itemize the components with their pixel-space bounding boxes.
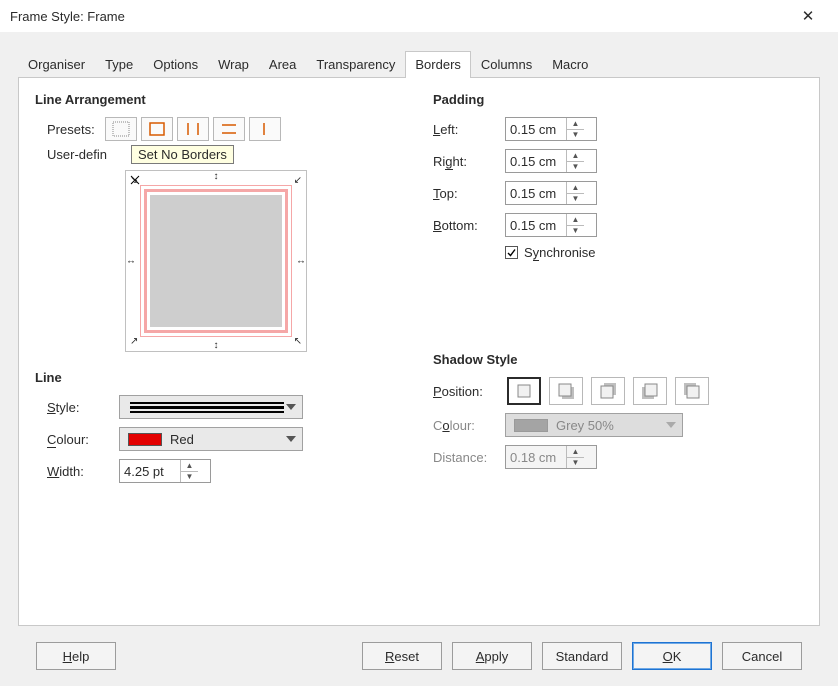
shadow-distance-spin: ▲▼ xyxy=(505,445,597,469)
shadow-tl-icon xyxy=(682,381,702,401)
tab-type[interactable]: Type xyxy=(95,51,143,78)
synchronise-label: Synchronise xyxy=(524,245,596,260)
line-style-preview-icon xyxy=(128,402,286,413)
chevron-down-icon xyxy=(286,404,296,410)
synchronise-checkbox[interactable]: Synchronise xyxy=(505,245,596,260)
padding-top-input[interactable] xyxy=(506,182,566,204)
shadow-title: Shadow Style xyxy=(433,352,803,367)
shadow-none-icon xyxy=(514,381,534,401)
padding-left-input[interactable] xyxy=(506,118,566,140)
padding-top-label: Top: xyxy=(433,186,505,201)
line-colour-value: Red xyxy=(170,432,286,447)
padding-left-label: Left: xyxy=(433,122,505,137)
tab-wrap[interactable]: Wrap xyxy=(208,51,259,78)
padding-left-spin[interactable]: ▲▼ xyxy=(505,117,597,141)
cancel-button[interactable]: Cancel xyxy=(722,642,802,670)
line-title: Line xyxy=(35,370,405,385)
dialog-footer: Help Reset Apply Standard OK Cancel xyxy=(18,626,820,686)
check-icon xyxy=(507,248,516,257)
preset-no-borders[interactable] xyxy=(105,117,137,141)
window-title: Frame Style: Frame xyxy=(10,9,125,24)
close-button[interactable]: ✕ xyxy=(788,1,828,31)
tab-organiser[interactable]: Organiser xyxy=(18,51,95,78)
colour-swatch-red xyxy=(128,433,162,446)
help-button[interactable]: Help xyxy=(36,642,116,670)
preset-box[interactable] xyxy=(141,117,173,141)
padding-title: Padding xyxy=(433,92,803,107)
padding-top-spin[interactable]: ▲▼ xyxy=(505,181,597,205)
chevron-down-icon xyxy=(666,422,676,428)
shadow-distance-input xyxy=(506,446,566,468)
padding-right-spin[interactable]: ▲▼ xyxy=(505,149,597,173)
lr-borders-icon xyxy=(184,121,202,137)
preset-top-bottom[interactable] xyxy=(213,117,245,141)
shadow-colour-value: Grey 50% xyxy=(556,418,666,433)
tb-borders-icon xyxy=(220,121,238,137)
line-style-label: Style: xyxy=(47,400,119,415)
shadow-pos-tl[interactable] xyxy=(675,377,709,405)
line-style-combo[interactable] xyxy=(119,395,303,419)
tab-area[interactable]: Area xyxy=(259,51,306,78)
shadow-tr-icon xyxy=(598,381,618,401)
tab-options[interactable]: Options xyxy=(143,51,208,78)
line-arrangement-title: Line Arrangement xyxy=(35,92,405,107)
shadow-pos-bl[interactable] xyxy=(633,377,667,405)
shadow-br-icon xyxy=(556,381,576,401)
line-colour-label: Colour: xyxy=(47,432,119,447)
userdefined-label: User-defin xyxy=(47,147,107,162)
preset-tooltip: Set No Borders xyxy=(131,145,234,164)
shadow-pos-tr[interactable] xyxy=(591,377,625,405)
colour-swatch-grey xyxy=(514,419,548,432)
spin-up-icon[interactable]: ▲ xyxy=(181,460,198,472)
tab-bar: Organiser Type Options Wrap Area Transpa… xyxy=(18,50,820,78)
shadow-bl-icon xyxy=(640,381,660,401)
line-colour-combo[interactable]: Red xyxy=(119,427,303,451)
titlebar: Frame Style: Frame ✕ xyxy=(0,0,838,32)
shadow-distance-label: Distance: xyxy=(433,450,505,465)
padding-bottom-spin[interactable]: ▲▼ xyxy=(505,213,597,237)
presets-label: Presets: xyxy=(47,122,95,137)
shadow-pos-br[interactable] xyxy=(549,377,583,405)
tab-macro[interactable]: Macro xyxy=(542,51,598,78)
preset-left-right[interactable] xyxy=(177,117,209,141)
shadow-colour-label: Colour: xyxy=(433,418,505,433)
tab-borders[interactable]: Borders xyxy=(405,51,471,78)
shadow-pos-none[interactable] xyxy=(507,377,541,405)
line-width-label: Width: xyxy=(47,464,119,479)
reset-button[interactable]: Reset xyxy=(362,642,442,670)
preset-left-only[interactable] xyxy=(249,117,281,141)
line-width-input[interactable] xyxy=(120,460,180,482)
shadow-position-label: Position: xyxy=(433,384,505,399)
line-width-spin[interactable]: ▲▼ xyxy=(119,459,211,483)
spin-down-icon[interactable]: ▼ xyxy=(181,472,198,483)
chevron-down-icon xyxy=(286,436,296,442)
tab-columns[interactable]: Columns xyxy=(471,51,542,78)
padding-bottom-input[interactable] xyxy=(506,214,566,236)
left-border-icon xyxy=(256,121,274,137)
tab-transparency[interactable]: Transparency xyxy=(306,51,405,78)
padding-bottom-label: Bottom: xyxy=(433,218,505,233)
no-borders-icon xyxy=(112,121,130,137)
shadow-colour-combo: Grey 50% xyxy=(505,413,683,437)
apply-button[interactable]: Apply xyxy=(452,642,532,670)
padding-right-label: Right: xyxy=(433,154,505,169)
padding-right-input[interactable] xyxy=(506,150,566,172)
user-defined-preview[interactable]: ↘ ↙ ↗ ↖ ↕ ↕ ↔ ↔ xyxy=(125,170,307,352)
standard-button[interactable]: Standard xyxy=(542,642,622,670)
box-borders-icon xyxy=(148,121,166,137)
ok-button[interactable]: OK xyxy=(632,642,712,670)
